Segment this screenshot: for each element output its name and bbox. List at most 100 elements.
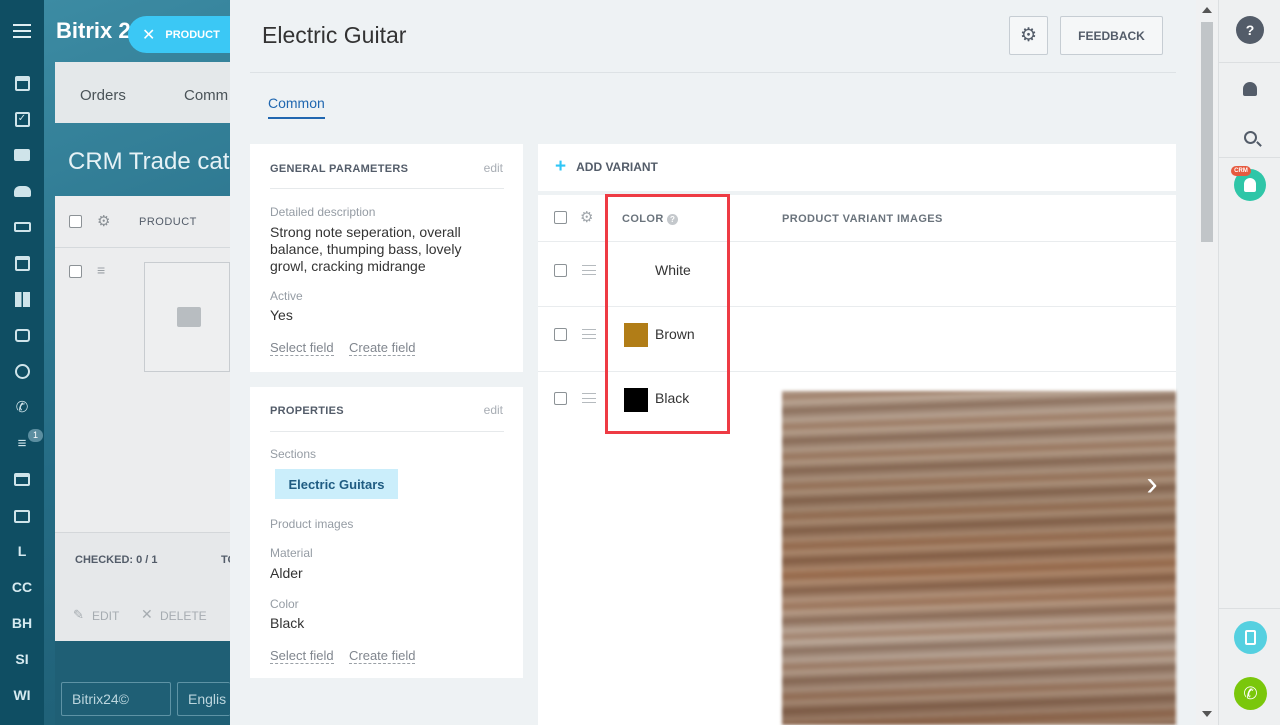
bitrix24-footer-link[interactable]: Bitrix24© bbox=[61, 682, 171, 716]
sync-icon[interactable] bbox=[11, 324, 33, 346]
transfer-icon[interactable] bbox=[1234, 621, 1267, 654]
description-line-2: balance, thumping bass, lovely bbox=[270, 241, 462, 257]
select-all-checkbox[interactable] bbox=[554, 211, 567, 224]
add-variant-button[interactable]: + ADD VARIANT bbox=[555, 156, 658, 177]
gear-icon: ⚙ bbox=[1019, 25, 1038, 46]
sidebar-item-cc[interactable]: CC bbox=[4, 579, 40, 595]
image-placeholder bbox=[144, 262, 230, 372]
chevron-right-icon: › bbox=[1146, 465, 1158, 503]
row-checkbox[interactable] bbox=[554, 328, 567, 341]
image-icon bbox=[177, 307, 201, 327]
create-field-link[interactable]: Create field bbox=[349, 648, 416, 664]
drag-icon[interactable]: ≡ bbox=[97, 262, 105, 278]
phone-icon[interactable]: ✆ bbox=[11, 396, 33, 418]
edit-link[interactable]: edit bbox=[484, 161, 503, 175]
edit-link[interactable]: edit bbox=[484, 403, 503, 417]
description-line-3: growl, cracking midrange bbox=[270, 258, 426, 274]
grid-gear-icon[interactable]: ⚙ bbox=[97, 212, 110, 230]
apps-icon[interactable] bbox=[11, 288, 33, 310]
scroll-thumb[interactable] bbox=[1201, 22, 1213, 242]
chat-icon[interactable] bbox=[11, 144, 33, 166]
left-sidebar: ✓ ✆ ≡ 1 L CC BH SI WI bbox=[0, 0, 44, 725]
create-field-link[interactable]: Create field bbox=[349, 340, 416, 356]
divider bbox=[1219, 157, 1280, 158]
help-button[interactable]: ? bbox=[1236, 16, 1264, 44]
crm-badge: CRM bbox=[1231, 166, 1251, 176]
field-label: Sections bbox=[270, 447, 317, 461]
product-pill-label: PRODUCT bbox=[165, 28, 220, 41]
grid-row-checkbox[interactable] bbox=[69, 265, 82, 278]
close-icon: ✕ bbox=[142, 26, 156, 44]
search-icon[interactable] bbox=[1235, 122, 1265, 152]
menu-icon[interactable] bbox=[13, 24, 31, 38]
delete-action[interactable]: DELETE bbox=[160, 609, 207, 623]
drag-handle-icon[interactable] bbox=[582, 393, 596, 403]
feedback-button[interactable]: FEEDBACK bbox=[1060, 16, 1163, 55]
grid-column-product[interactable]: PRODUCT bbox=[139, 216, 197, 228]
scrollbar[interactable] bbox=[1196, 0, 1218, 725]
sidebar-item-wi[interactable]: WI bbox=[4, 687, 40, 703]
edit-action[interactable]: EDIT bbox=[92, 609, 119, 623]
divider bbox=[1219, 608, 1280, 609]
card-icon[interactable] bbox=[11, 505, 33, 527]
material-value: Alder bbox=[270, 565, 303, 581]
calendar-icon[interactable] bbox=[11, 252, 33, 274]
field-label: Product images bbox=[270, 517, 354, 531]
scroll-up-icon[interactable] bbox=[1202, 7, 1212, 13]
page-title: Electric Guitar bbox=[262, 22, 407, 48]
tab-orders[interactable]: Orders bbox=[80, 87, 126, 104]
description-line-1: Strong note seperation, overall bbox=[270, 224, 461, 240]
edit-pencil-icon: ✎ bbox=[73, 607, 84, 622]
row-checkbox[interactable] bbox=[554, 392, 567, 405]
background-page-title: CRM Trade cat bbox=[68, 148, 230, 175]
feed-icon[interactable] bbox=[11, 72, 33, 94]
drag-handle-icon[interactable] bbox=[582, 265, 596, 275]
window-icon[interactable] bbox=[11, 468, 33, 490]
next-image-button[interactable]: › bbox=[1124, 440, 1180, 528]
row-checkbox[interactable] bbox=[554, 264, 567, 277]
bell-icon[interactable] bbox=[1235, 74, 1265, 104]
scroll-down-icon[interactable] bbox=[1202, 711, 1212, 717]
sidebar-item-si[interactable]: SI bbox=[4, 651, 40, 667]
background-tabs: Orders Comm bbox=[55, 62, 230, 123]
grid-footer: CHECKED: 0 / 1 TO ✎ EDIT ✕ DELETE bbox=[55, 532, 236, 641]
card-title: PROPERTIES bbox=[270, 405, 344, 417]
right-sidebar: ? CRM ✆ bbox=[1218, 0, 1280, 725]
checked-count: CHECKED: 0 / 1 bbox=[75, 554, 158, 566]
delete-x-icon: ✕ bbox=[141, 606, 153, 622]
tab-comm[interactable]: Comm bbox=[184, 87, 228, 104]
phone-call-icon[interactable]: ✆ bbox=[1234, 677, 1267, 710]
header-divider bbox=[250, 72, 1176, 73]
section-chip[interactable]: Electric Guitars bbox=[275, 469, 398, 499]
settings-button[interactable]: ⚙ bbox=[1009, 16, 1048, 55]
grid-select-all[interactable] bbox=[69, 215, 82, 228]
color-column-highlight bbox=[605, 194, 730, 434]
column-product-variant-images[interactable]: PRODUCT VARIANT IMAGES bbox=[782, 213, 943, 225]
field-label: Material bbox=[270, 546, 313, 560]
add-variant-label: ADD VARIANT bbox=[576, 160, 658, 174]
divider bbox=[270, 188, 504, 189]
product-slider: Electric Guitar ⚙ FEEDBACK Common GENERA… bbox=[230, 0, 1218, 725]
properties-card: PROPERTIES edit Sections Electric Guitar… bbox=[250, 387, 523, 678]
tab-common[interactable]: Common bbox=[268, 95, 325, 119]
columns-gear-icon[interactable]: ⚙ bbox=[580, 208, 593, 226]
select-field-link[interactable]: Select field bbox=[270, 340, 334, 356]
filter-badge: 1 bbox=[28, 429, 43, 442]
close-product-pill[interactable]: ✕ PRODUCT bbox=[128, 16, 232, 53]
active-value: Yes bbox=[270, 307, 293, 323]
select-field-link[interactable]: Select field bbox=[270, 648, 334, 664]
field-label: Active bbox=[270, 289, 303, 303]
variant-image[interactable] bbox=[782, 391, 1176, 725]
contacts-icon[interactable] bbox=[11, 180, 33, 202]
plus-icon: + bbox=[555, 156, 567, 177]
tasks-icon[interactable]: ✓ bbox=[11, 108, 33, 130]
sidebar-item-bh[interactable]: BH bbox=[4, 615, 40, 631]
drag-handle-icon[interactable] bbox=[582, 329, 596, 339]
clock-icon[interactable] bbox=[11, 360, 33, 382]
brand-logo: Bitrix 2 bbox=[56, 18, 131, 43]
drive-icon[interactable] bbox=[11, 216, 33, 238]
sidebar-item-l[interactable]: L bbox=[4, 543, 40, 559]
language-selector[interactable]: Englis bbox=[177, 682, 230, 716]
field-label: Color bbox=[270, 597, 299, 611]
general-parameters-card: GENERAL PARAMETERS edit Detailed descrip… bbox=[250, 144, 523, 372]
